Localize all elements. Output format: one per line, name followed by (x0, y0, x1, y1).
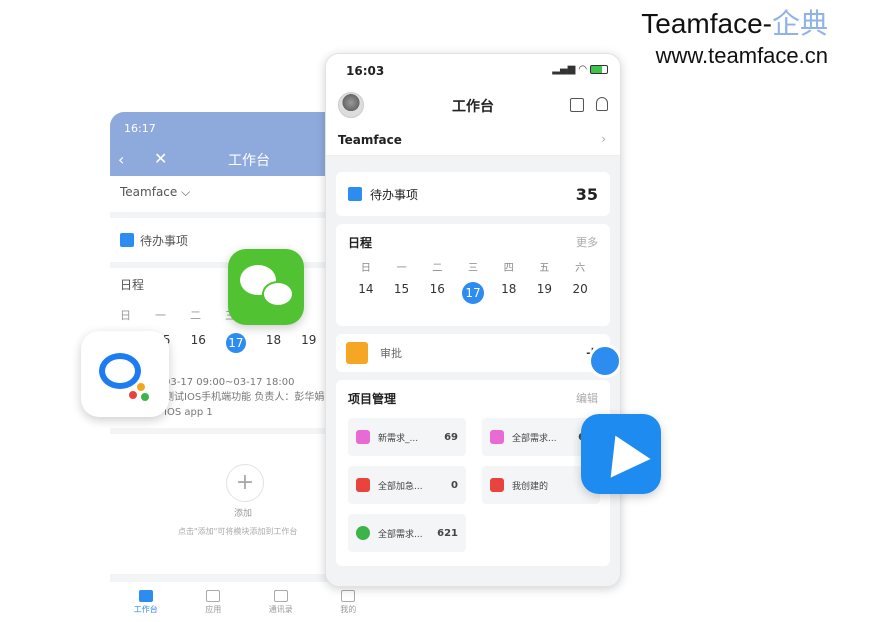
back-weekday: 二 (190, 309, 201, 322)
chat-app-icon (81, 331, 169, 417)
back-icon[interactable]: ‹ (118, 150, 124, 169)
tile-label: 全部需求... (378, 529, 423, 540)
date-selected-label: 17 (461, 282, 484, 304)
back-company: Teamface (120, 185, 178, 199)
contacts-icon (273, 589, 288, 602)
project-edit-link[interactable]: 编辑 (576, 390, 598, 407)
brand-url: www.teamface.cn (655, 43, 828, 68)
todo-icon (348, 187, 362, 201)
tile-label: 新需求_... (378, 433, 419, 444)
top-bar: 工作台 (326, 86, 620, 126)
company-name: Teamface (338, 133, 402, 147)
tab-label: 通讯录 (268, 604, 293, 614)
weekday: 三 (467, 263, 478, 274)
schedule-more-link[interactable]: 更多 (576, 234, 598, 251)
bell-icon[interactable] (596, 97, 608, 111)
weekday: 五 (539, 263, 550, 274)
battery-icon (590, 64, 608, 74)
weekday: 四 (503, 263, 514, 274)
tile-value: 0 (451, 479, 458, 491)
brand-name: Teamface- (641, 8, 772, 39)
user-icon (341, 589, 356, 602)
chart-icon (490, 430, 504, 444)
date[interactable]: 15 (384, 282, 420, 304)
user-icon (356, 478, 370, 492)
chart-icon (356, 430, 370, 444)
brand-name-cn: 企典 (771, 8, 828, 39)
project-tile[interactable]: 全部需求... 621 (348, 514, 466, 552)
todo-count: 35 (575, 184, 598, 204)
weekday: 二 (432, 263, 443, 274)
clock-fab-button[interactable] (588, 344, 620, 378)
workbench-icon (138, 589, 153, 602)
company-row[interactable]: Teamface › (326, 126, 620, 156)
tab-contacts[interactable]: 通讯录 (268, 589, 293, 615)
add-hint: 点击"添加"可将模块添加到工作台 (178, 527, 298, 536)
approval-label: 审批 (380, 347, 402, 360)
project-title: 项目管理 (348, 392, 397, 406)
date[interactable]: 14 (348, 282, 384, 304)
schedule-card: 日程 更多 日 一 二 三 四 五 六 14 15 16 17 18 19 20 (336, 224, 610, 326)
weekday: 日 (360, 263, 371, 274)
tile-value: 621 (437, 527, 458, 539)
scan-icon[interactable] (570, 98, 584, 112)
back-time: 16:17 (124, 122, 156, 135)
add-button[interactable]: + (226, 464, 264, 502)
back-date[interactable]: 18 (266, 333, 281, 353)
tile-value: 69 (444, 431, 458, 443)
project-tile[interactable]: 全部加急... 0 (348, 466, 466, 504)
date[interactable]: 20 (562, 282, 598, 304)
approval-card[interactable]: 审批 + (336, 334, 610, 372)
date-row: 14 15 16 17 18 19 20 (348, 282, 598, 304)
brand: Teamface-企典 www.teamface.cn (641, 6, 828, 70)
tab-me[interactable]: 我的 (340, 589, 357, 615)
tile-label: 我创建的 (512, 481, 549, 492)
project-card: 项目管理编辑 新需求_...69 全部需求...61 全部加急...0 我创建的… (336, 380, 610, 566)
front-phone: 16:03 ▂▄▆ ◠ 工作台 Teamface › 待办事项 35 日程 更多 日… (325, 53, 621, 587)
date[interactable]: 16 (419, 282, 455, 304)
date[interactable]: 18 (491, 282, 527, 304)
date-selected[interactable]: 17 (455, 282, 491, 304)
apps-icon (206, 589, 221, 602)
tab-label: 应用 (205, 604, 222, 614)
weekday: 一 (396, 263, 407, 274)
tab-apps[interactable]: 应用 (205, 589, 222, 615)
back-weekday: 一 (155, 309, 166, 322)
back-todo-label: 待办事项 (140, 233, 189, 248)
tile-label: 全部需求... (512, 433, 557, 444)
status-icons: ▂▄▆ ◠ (552, 64, 608, 75)
schedule-title: 日程 (348, 236, 373, 250)
chevron-right-icon: › (601, 132, 606, 146)
weekday: 六 (575, 263, 586, 274)
approval-icon (346, 342, 368, 364)
status-bar: 16:03 ▂▄▆ ◠ (326, 54, 620, 86)
circle-icon (356, 526, 370, 540)
tab-label: 工作台 (133, 604, 158, 614)
project-tile[interactable]: 新需求_... 69 (348, 418, 466, 456)
add-label: 添加 (234, 509, 253, 519)
weekday-row: 日 一 二 三 四 五 六 (348, 259, 598, 274)
user-icon (490, 478, 504, 492)
tile-label: 全部加急... (378, 481, 423, 492)
tab-label: 我的 (340, 604, 357, 614)
back-tabbar: 工作台 应用 通讯录 我的 (110, 582, 380, 622)
back-title: 工作台 (228, 153, 270, 169)
back-date[interactable]: 19 (301, 333, 316, 353)
todo-card[interactable]: 待办事项 35 (336, 172, 610, 216)
tab-workbench[interactable]: 工作台 (133, 589, 158, 615)
back-date-selected[interactable]: 17 (225, 333, 246, 353)
wechat-app-icon (228, 249, 304, 325)
back-date[interactable]: 16 (191, 333, 206, 353)
dingtalk-app-icon (581, 414, 661, 494)
close-icon[interactable]: ✕ (154, 149, 167, 168)
date[interactable]: 19 (527, 282, 563, 304)
todo-icon (120, 233, 134, 247)
back-weekday: 日 (120, 309, 131, 322)
todo-label: 待办事项 (370, 187, 419, 202)
status-time: 16:03 (346, 64, 385, 78)
